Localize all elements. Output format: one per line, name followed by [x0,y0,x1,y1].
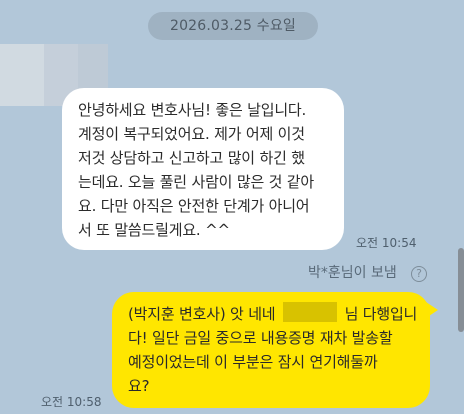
outgoing-message-line: 다! 일단 금일 중으로 내용증명 재차 발송할 [128,329,393,347]
outgoing-message-timestamp: 오전 10:58 [41,395,102,409]
outgoing-message-bubble[interactable]: (박지훈 변호사) 앗 네네 님 다행입니 다! 일단 금일 중으로 내용증명 … [112,292,438,408]
sender-label: 박*훈님이 보냄 [308,265,397,281]
incoming-message-line: 안녕하세요 변호사님! 좋은 날입니다. [78,101,307,119]
incoming-message-line: 서 또 말씀드릴게요. ^^ [78,221,230,239]
outgoing-message-line: 예정이었는데 이 부분은 잠시 연기해둘까 [128,353,378,371]
incoming-message-line: 저것 상담하고 신고하고 많이 하긴 했 [78,149,305,167]
incoming-message-line: 는데요. 오늘 풀린 사람이 많은 것 같아 [78,173,314,191]
outgoing-message-line: 요? [128,377,150,395]
masked-name-highlight [283,302,337,322]
scrollbar-track[interactable] [458,0,464,414]
incoming-message-line: 요. 다만 아직은 안전한 단계가 아니어 [78,197,310,215]
incoming-message-bubble[interactable]: 안녕하세요 변호사님! 좋은 날입니다. 계정이 복구되었어요. 제가 어제 이… [62,88,344,250]
help-icon-glyph: ? [416,267,422,280]
scrollbar-thumb[interactable] [458,248,464,332]
avatar-blur-block-left [0,44,44,106]
outgoing-message-line: (박지훈 변호사) 앗 네네 님 다행입니 [128,302,417,326]
outgoing-line-1-end: 님 다행입니 [344,305,418,323]
outgoing-line-1-start: (박지훈 변호사) 앗 네네 [128,305,276,323]
date-divider: 2026.03.25 수요일 [148,12,318,40]
incoming-message-timestamp: 오전 10:54 [356,236,417,250]
incoming-message-line: 계정이 복구되었어요. 제가 어제 이것 [78,125,305,143]
help-circle-icon[interactable]: ? [411,266,427,282]
